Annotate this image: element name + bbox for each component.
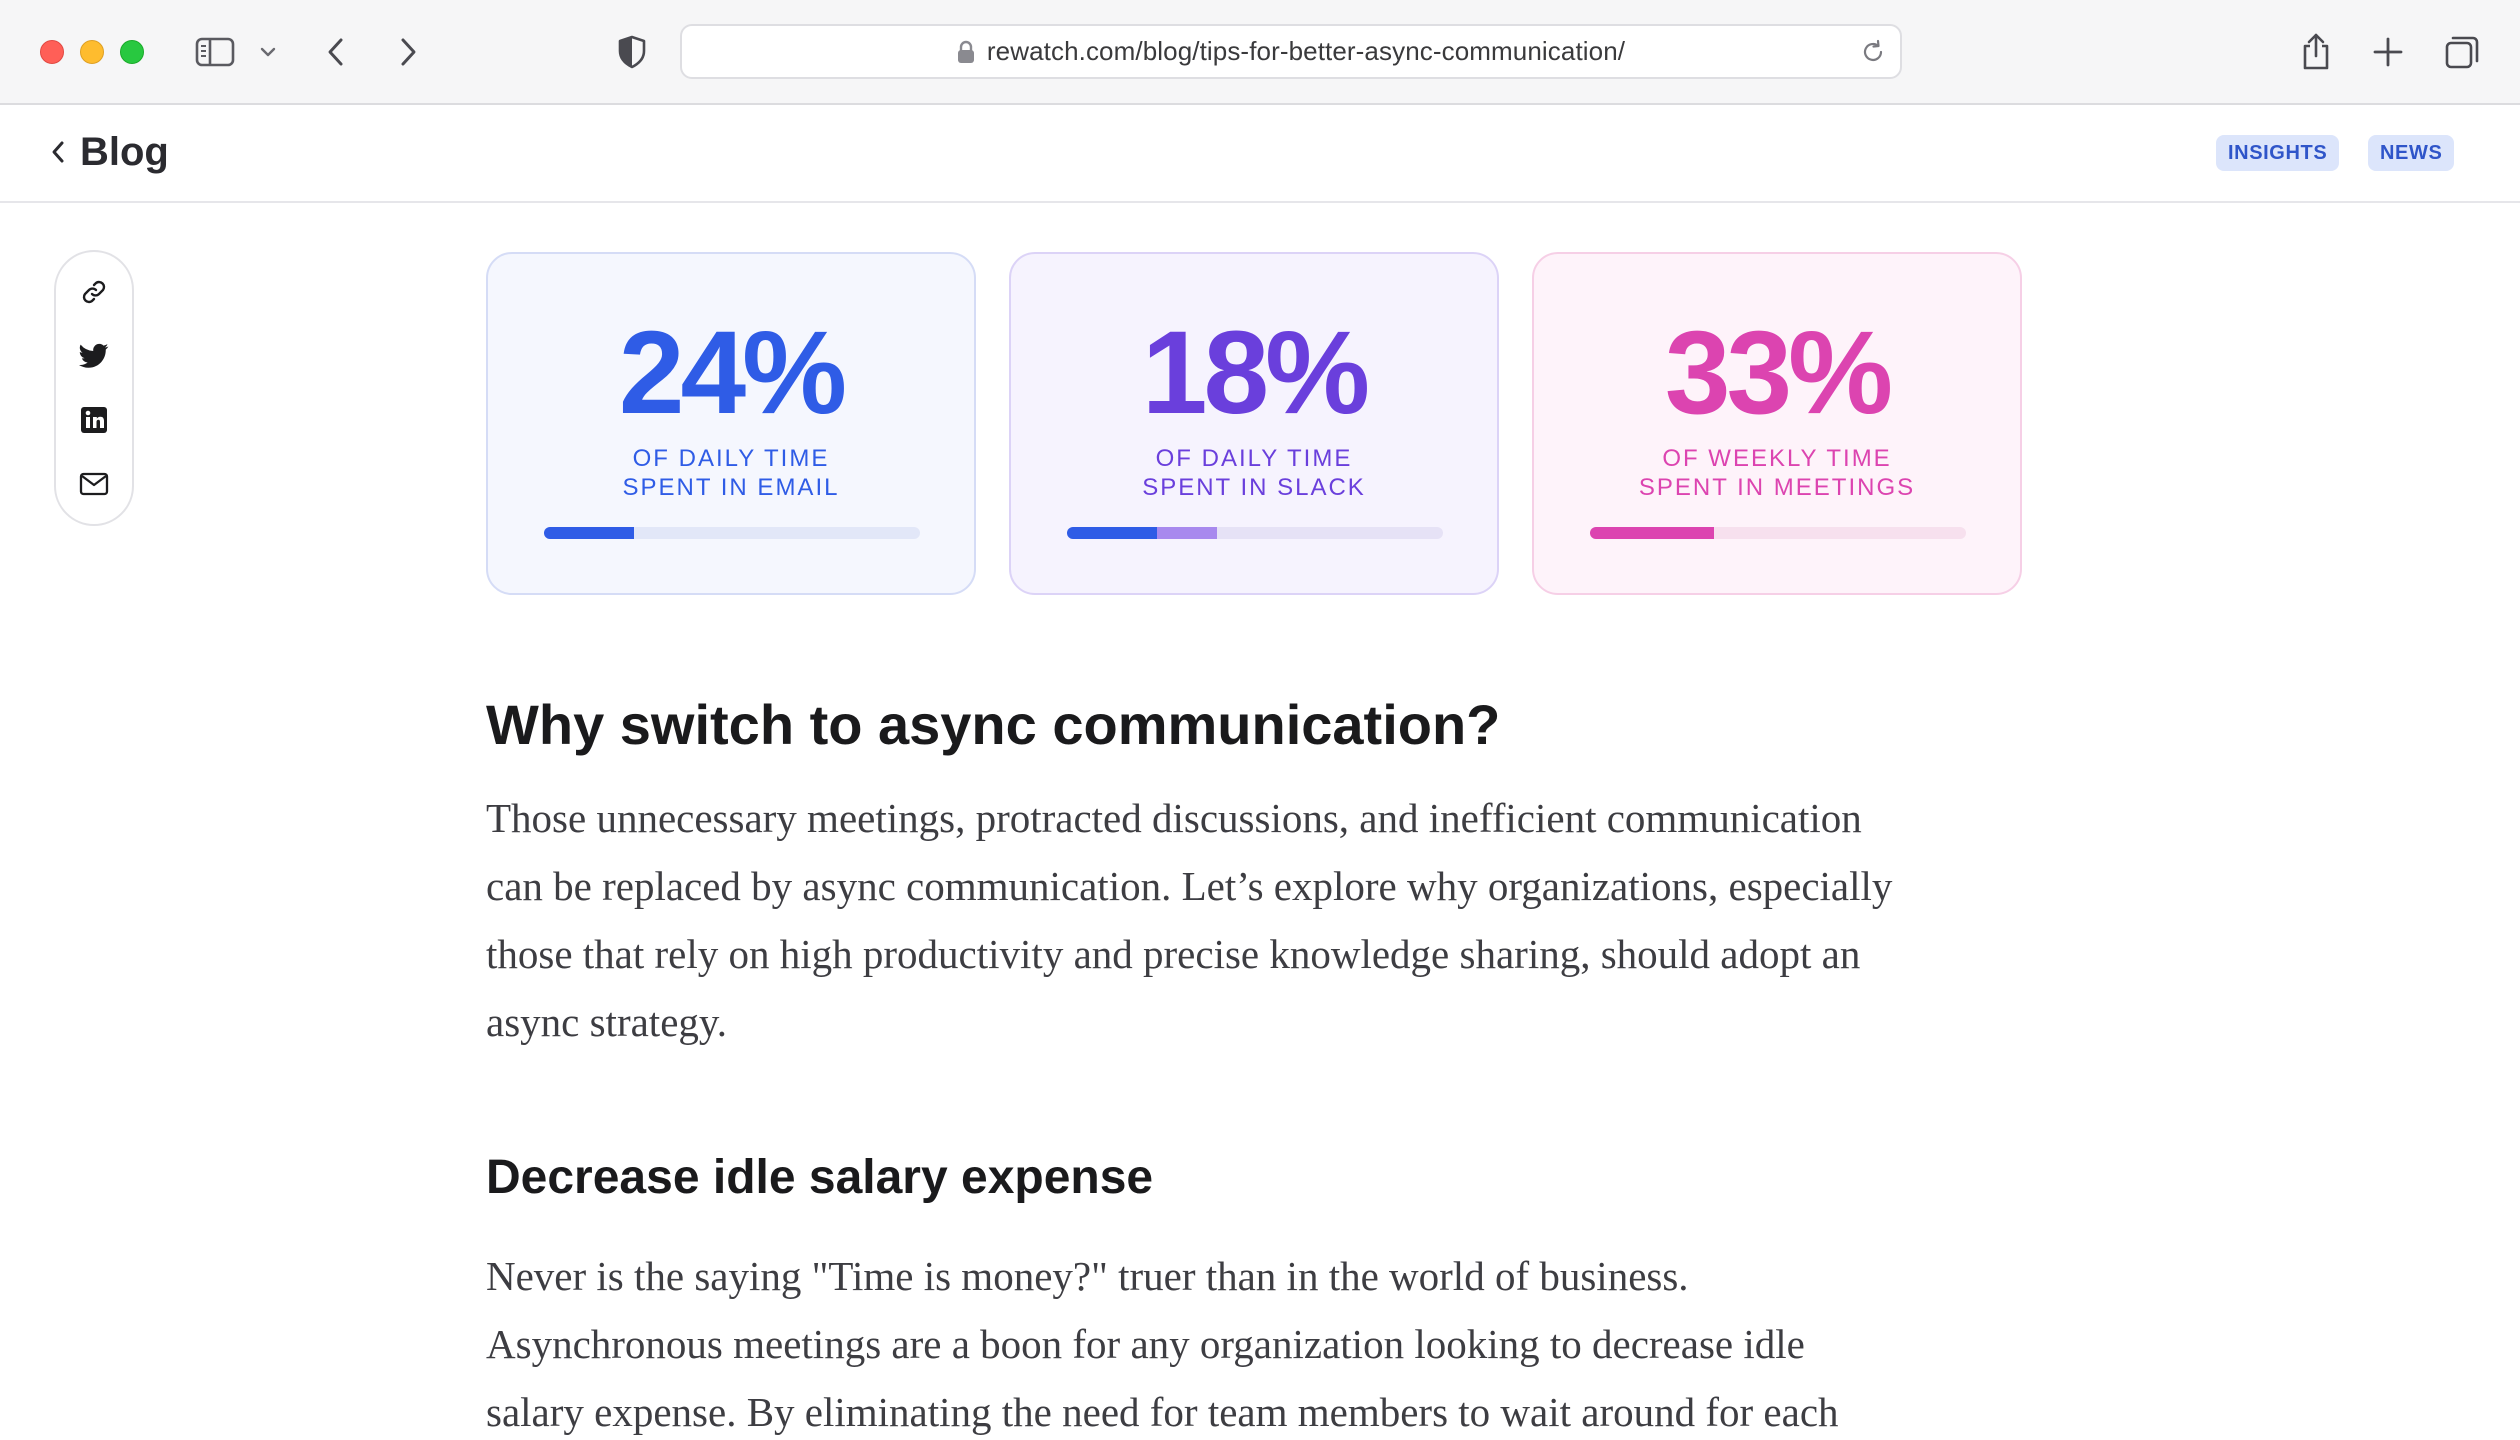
forward-button[interactable]	[390, 28, 426, 76]
sidebar-menu-button[interactable]	[254, 28, 282, 76]
stat-card-slack: 18% OF DAILY TIME SPENT IN SLACK	[1009, 252, 1499, 595]
stat-caption-line: SPENT IN EMAIL	[622, 474, 840, 501]
share-rail	[54, 250, 134, 526]
subsection-heading: Decrease idle salary expense	[486, 1151, 1154, 1204]
sidebar-toggle-button[interactable]	[190, 28, 240, 76]
tab-overview-button[interactable]	[2442, 28, 2482, 76]
stat-caption-line: OF DAILY TIME	[1155, 445, 1353, 472]
window-close-button[interactable]	[40, 40, 64, 64]
tag-news[interactable]: NEWS	[2368, 135, 2455, 171]
url-text: rewatch.com/blog/tips-for-better-async-c…	[986, 36, 1626, 66]
tag-insights[interactable]: INSIGHTS	[2216, 135, 2340, 171]
stat-caption: OF WEEKLY TIME SPENT IN MEETINGS	[1534, 444, 2020, 502]
twitter-icon	[79, 343, 109, 368]
back-button[interactable]	[318, 28, 354, 76]
linkedin-icon	[81, 407, 107, 433]
paragraph-line: Asynchronous meetings are a boon for any…	[486, 1321, 1805, 1367]
stat-card-meetings: 33% OF WEEKLY TIME SPENT IN MEETINGS	[1532, 252, 2022, 595]
intro-paragraph: Those unnecessary meetings, protracted d…	[486, 784, 2016, 1056]
progress-fill	[544, 527, 635, 539]
back-to-blog-link[interactable]: Blog	[50, 127, 169, 177]
window-minimize-button[interactable]	[80, 40, 104, 64]
progress-fill	[1157, 527, 1218, 539]
share-button[interactable]	[2296, 28, 2336, 76]
window-maximize-button[interactable]	[120, 40, 144, 64]
paragraph-line: salary expense. By eliminating the need …	[486, 1389, 1839, 1435]
reload-icon[interactable]	[1860, 39, 1886, 70]
privacy-report-button[interactable]	[612, 28, 652, 76]
paragraph-line: can be replaced by async communication. …	[486, 863, 1893, 909]
sidebar-icon	[195, 37, 235, 67]
email-icon	[79, 472, 109, 496]
share-email-button[interactable]	[56, 464, 132, 504]
stat-card-email: 24% OF DAILY TIME SPENT IN EMAIL	[486, 252, 976, 595]
article-body: Why switch to async communication? Those…	[486, 690, 2026, 1440]
stat-caption-line: OF WEEKLY TIME	[1662, 445, 1892, 472]
shield-icon	[618, 35, 646, 69]
progress-fill	[1590, 527, 1715, 539]
share-twitter-button[interactable]	[56, 336, 132, 376]
stat-progress-bar	[1590, 527, 1966, 539]
paragraph-line: Never is the saying "Time is money?" tru…	[486, 1253, 1689, 1299]
chevron-left-icon	[52, 141, 64, 163]
link-icon	[82, 280, 106, 304]
new-tab-button[interactable]	[2368, 28, 2408, 76]
body-paragraph: Never is the saying "Time is money?" tru…	[486, 1242, 2016, 1440]
stat-caption: OF DAILY TIME SPENT IN SLACK	[1011, 444, 1497, 502]
stat-value: 18%	[1141, 307, 1370, 439]
stat-value: 33%	[1664, 307, 1893, 439]
progress-fill	[1067, 527, 1158, 539]
site-header: Blog INSIGHTS NEWS	[0, 105, 2520, 203]
paragraph-line: async strategy.	[486, 999, 727, 1045]
chevron-down-icon	[260, 47, 276, 57]
paragraph-line: those that rely on high productivity and…	[486, 931, 1861, 977]
stat-caption-line: SPENT IN MEETINGS	[1638, 474, 1916, 501]
stat-caption: OF DAILY TIME SPENT IN EMAIL	[488, 444, 974, 502]
plus-icon	[2373, 37, 2403, 67]
stat-caption-line: OF DAILY TIME	[632, 445, 830, 472]
lock-icon	[957, 40, 975, 64]
share-icon	[2303, 33, 2329, 70]
stat-caption-line: SPENT IN SLACK	[1142, 474, 1366, 501]
browser-toolbar: rewatch.com/blog/tips-for-better-async-c…	[0, 0, 2520, 105]
tabs-overview-icon	[2445, 36, 2479, 69]
stat-value: 24%	[618, 307, 847, 439]
stat-progress-bar	[1067, 527, 1443, 539]
paragraph-line: Those unnecessary meetings, protracted d…	[486, 795, 1862, 841]
chevron-right-icon	[401, 38, 416, 66]
section-heading: Why switch to async communication?	[486, 693, 1501, 756]
blog-label: Blog	[80, 129, 169, 174]
copy-link-button[interactable]	[56, 272, 132, 312]
address-bar[interactable]: rewatch.com/blog/tips-for-better-async-c…	[680, 24, 1902, 79]
chevron-left-icon	[328, 38, 343, 66]
stat-progress-bar	[544, 527, 920, 539]
share-linkedin-button[interactable]	[56, 400, 132, 440]
